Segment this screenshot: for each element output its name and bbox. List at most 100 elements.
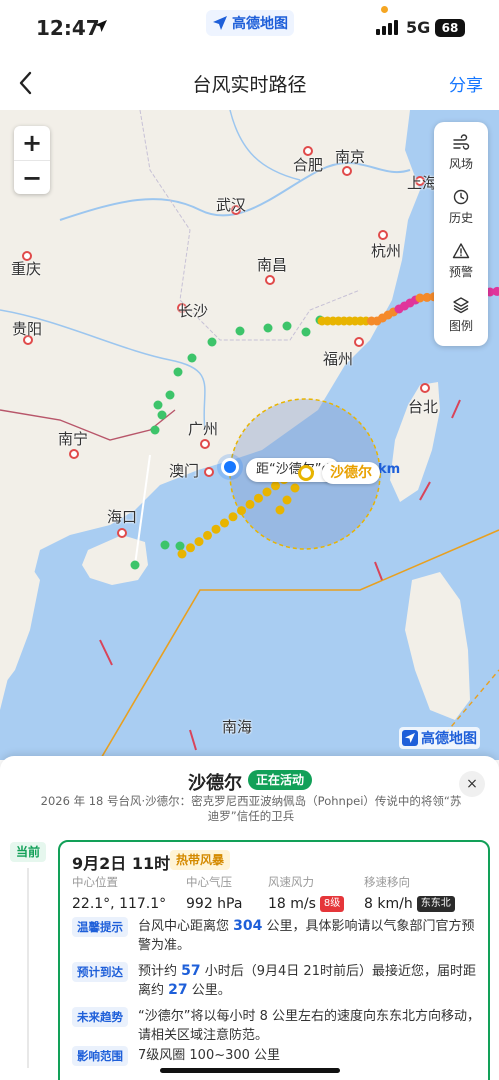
app-name: 高德地图 [232, 16, 288, 32]
network-type: 5G [406, 18, 431, 37]
typhoon-name: 沙德尔 [188, 773, 242, 794]
track-point[interactable] [245, 499, 255, 509]
clock: 12:47 [36, 16, 100, 40]
tool-wind-field[interactable]: 风场 [434, 126, 488, 180]
track-point[interactable] [187, 353, 197, 363]
row-tag: 预计到达 [72, 962, 128, 982]
warning-icon [452, 243, 470, 259]
share-button[interactable]: 分享 [449, 71, 483, 96]
history-icon [453, 189, 469, 205]
zoom-control: + − [14, 126, 50, 194]
track-point[interactable] [254, 493, 263, 503]
storm-center-icon [298, 465, 314, 481]
distance-callout-text: 距“沙德尔”d [256, 462, 330, 477]
typhoon-map[interactable]: 合肥 南京 上海 武汉 杭州 重庆 南昌 长沙 贵阳 福州 台北 广州 南宁 澳门 海口 南海 距“沙德尔”d… [0, 110, 499, 760]
track-point[interactable] [177, 549, 187, 559]
status-bar: 12:47 高德地图 5G 68 [0, 0, 499, 56]
city-label: 南海 [222, 718, 253, 736]
tool-label-legend: 图例 [448, 319, 473, 333]
row-tag: 温馨提示 [72, 917, 128, 937]
track-point[interactable] [194, 537, 204, 547]
city-marker [354, 337, 364, 347]
city-marker [69, 449, 79, 459]
zoom-in-button[interactable]: + [14, 126, 50, 160]
city-marker [265, 275, 275, 285]
metric-label: 中心位置 [72, 875, 118, 889]
metric-value: 992 hPa [186, 896, 243, 912]
city-label: 长沙 [178, 302, 209, 320]
city-marker [200, 439, 210, 449]
status-badge: 正在活动 [248, 770, 313, 790]
track-point[interactable] [160, 540, 170, 550]
city-label: 合肥 [293, 156, 324, 174]
wind-level-badge: 8级 [319, 896, 345, 912]
track-point[interactable] [165, 390, 175, 400]
row-tag: 影响范围 [72, 1046, 128, 1066]
metric-label: 风速风力 [268, 875, 314, 889]
tool-legend[interactable]: 图例 [434, 288, 488, 342]
track-point[interactable] [153, 400, 163, 410]
metric-label: 中心气压 [186, 875, 232, 889]
track-point[interactable] [271, 481, 280, 491]
zoom-out-button[interactable]: − [14, 160, 50, 194]
observation-datetime: 9月2日 11时 [72, 854, 171, 873]
tool-label-warning: 预警 [448, 265, 473, 279]
track-point[interactable] [263, 323, 273, 333]
metric-wind-speed: 风速风力 18 m/s 8级 [268, 874, 345, 912]
track-point[interactable] [290, 483, 300, 493]
track-point[interactable] [157, 410, 167, 420]
amap-logo-icon [213, 16, 227, 30]
track-point[interactable] [186, 543, 195, 553]
track-point[interactable] [228, 512, 238, 522]
track-point[interactable] [203, 530, 212, 540]
track-point[interactable] [301, 327, 311, 337]
back-to-app-pill[interactable]: 高德地图 [206, 10, 294, 36]
river-north [229, 110, 301, 181]
track-point[interactable] [237, 506, 246, 516]
track-point[interactable] [211, 524, 221, 534]
city-label: 杭州 [371, 242, 402, 260]
metric-center-position: 中心位置 22.1°, 117.1° [72, 874, 166, 912]
city-label: 广州 [188, 420, 219, 438]
location-arrow-icon [95, 20, 107, 32]
intensity-level-badge: 热带风暴 [170, 850, 231, 870]
track-point[interactable] [175, 541, 185, 551]
timeline-line [27, 868, 29, 1068]
row-tag: 未来趋势 [72, 1007, 128, 1027]
layers-icon [453, 297, 469, 314]
privacy-indicator-dot [381, 6, 388, 13]
metric-value: 18 m/s 8级 [268, 896, 345, 912]
track-point[interactable] [207, 337, 217, 347]
storm-name-tag[interactable]: 沙德尔 [322, 462, 380, 484]
city-label: 上海 [407, 174, 438, 192]
map-watermark-logo: 高德地图 [399, 727, 480, 749]
track-point[interactable] [130, 560, 140, 570]
track-point[interactable] [282, 321, 292, 331]
metric-label: 移速移向 [364, 875, 410, 889]
city-label: 海口 [107, 508, 138, 526]
track-point[interactable] [173, 367, 183, 377]
city-label: 武汉 [216, 196, 247, 214]
city-label: 福州 [323, 350, 354, 368]
track-point[interactable] [262, 487, 272, 497]
track-point[interactable] [235, 326, 245, 336]
tool-history[interactable]: 历史 [434, 180, 488, 234]
user-location-dot [221, 458, 239, 476]
track-point[interactable] [150, 425, 160, 435]
city-label: 台北 [408, 398, 439, 416]
metric-movement: 移速移向 8 km/h 东东北 [364, 874, 455, 912]
row-text: 7级风圈 100~300 公里 [138, 1048, 281, 1063]
track-point[interactable] [282, 495, 292, 505]
timeline-current-label[interactable]: 当前 [10, 842, 46, 862]
tool-warning[interactable]: 预警 [434, 234, 488, 288]
home-indicator [160, 1068, 340, 1073]
track-point[interactable] [220, 518, 229, 528]
tool-label-history: 历史 [448, 211, 473, 225]
metric-center-pressure: 中心气压 992 hPa [186, 874, 242, 912]
row-text: 预计约 57 小时后（9月4日 21时前后）最接近您，届时距离约 27 公里。 [138, 963, 476, 998]
tool-label-wind: 风场 [448, 157, 473, 171]
track-point[interactable] [275, 505, 285, 515]
city-marker [117, 528, 127, 538]
row-text: “沙德尔”将以每小时 8 公里左右的速度向东东北方向移动，请相关区域注意防范。 [138, 1009, 481, 1043]
nav-bar: 台风实时路径 分享 [0, 56, 499, 110]
